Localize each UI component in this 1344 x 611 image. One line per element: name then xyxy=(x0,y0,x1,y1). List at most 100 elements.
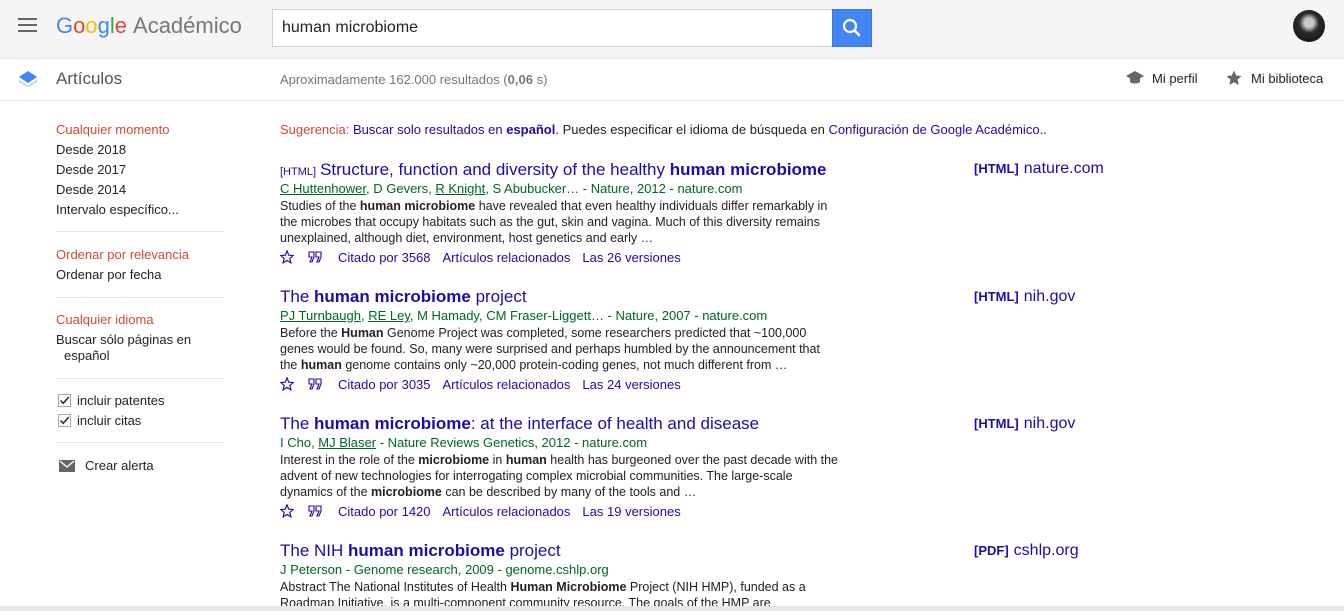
author-text: I Cho, xyxy=(280,435,319,450)
result-title-link[interactable]: The human microbiome project xyxy=(280,287,527,307)
search-button[interactable] xyxy=(832,9,872,47)
result-snippet: Interest in the role of the microbiome i… xyxy=(280,452,840,500)
top-bar: Google Académico xyxy=(0,0,1344,59)
cited-by-link[interactable]: Citado por 1420 xyxy=(338,504,431,519)
cite-quote-icon[interactable] xyxy=(308,378,322,390)
my-library-label: Mi biblioteca xyxy=(1251,71,1324,86)
my-profile-link[interactable]: Mi perfil xyxy=(1126,70,1198,86)
save-star-icon[interactable] xyxy=(279,503,295,519)
author-link[interactable]: C Huttenhower xyxy=(280,181,366,196)
sort-by-relevance[interactable]: Ordenar por relevancia xyxy=(56,247,189,263)
snippet-highlight: human microbiome xyxy=(359,199,476,213)
result-actions: Citado por 3035 Artículos relacionados Las… xyxy=(279,376,693,392)
author-link[interactable]: RE Ley xyxy=(368,308,410,323)
spanish-only-text: Buscar solo resultados en xyxy=(353,122,507,137)
google-scholar-logo[interactable]: Google Académico xyxy=(56,12,242,40)
full-text-link[interactable]: [HTML] nih.gov xyxy=(974,288,1075,306)
my-profile-label: Mi perfil xyxy=(1152,71,1198,86)
result-authors: J Peterson - Genome research, 2009 - gen… xyxy=(280,562,609,577)
checkmark-icon xyxy=(59,396,70,405)
avatar[interactable] xyxy=(1293,10,1325,42)
result-title-text: : at the interface of health and disease xyxy=(470,414,760,433)
spanish-only-link[interactable]: Buscar solo resultados en español xyxy=(353,122,555,137)
search-input[interactable] xyxy=(272,9,832,47)
filter-since-2017[interactable]: Desde 2017 xyxy=(56,162,126,178)
result-title-highlight: human microbiome xyxy=(669,160,827,179)
author-text: , S Abubucker… - Nature, 2012 - nature.c… xyxy=(485,181,743,196)
logo-letter: o xyxy=(73,13,86,38)
result-title-link[interactable]: The NIH human microbiome project xyxy=(280,541,561,561)
snippet-text: Studies of the xyxy=(280,199,360,213)
include-patents-checkbox[interactable] xyxy=(58,394,71,407)
result-count-time: 0,06 xyxy=(507,72,533,87)
envelope-icon xyxy=(59,460,75,472)
divider xyxy=(56,231,224,232)
include-patents-label[interactable]: incluir patentes xyxy=(77,393,164,409)
cite-quote-icon[interactable] xyxy=(308,251,322,263)
cite-quote-icon[interactable] xyxy=(308,505,322,517)
filter-any-time[interactable]: Cualquier momento xyxy=(56,122,169,138)
result-count-prefix: Aproximadamente 162.000 resultados ( xyxy=(280,72,508,87)
snippet-text: can be described by many of the tools an… xyxy=(441,485,697,499)
include-citations-checkbox[interactable] xyxy=(58,414,71,427)
sort-by-date[interactable]: Ordenar por fecha xyxy=(56,267,162,283)
full-text-link[interactable]: [PDF] cshlp.org xyxy=(974,542,1079,560)
related-articles-link[interactable]: Artículos relacionados xyxy=(443,504,571,519)
author-link[interactable]: R Knight xyxy=(435,181,485,196)
full-text-site: nih.gov xyxy=(1023,415,1076,432)
author-text: - Nature Reviews Genetics, 2012 - nature… xyxy=(376,435,648,450)
logo-letter: o xyxy=(85,13,98,38)
section-title: Artículos xyxy=(56,69,123,88)
save-star-icon[interactable] xyxy=(279,249,295,265)
result-title-text: The xyxy=(280,414,315,433)
author-link[interactable]: MJ Blaser xyxy=(318,435,376,450)
logo-letter: G xyxy=(56,13,74,38)
result-title-text: The NIH xyxy=(280,541,349,560)
result-title-link[interactable]: [HTML] Structure, function and diversity … xyxy=(280,160,827,180)
language-suggestion: Sugerencia: Buscar solo resultados en es… xyxy=(280,122,1047,137)
snippet-highlight: human xyxy=(505,453,547,467)
author-link[interactable]: PJ Turnbaugh xyxy=(280,308,361,323)
divider xyxy=(56,297,224,298)
articles-icon xyxy=(19,71,37,87)
snippet-highlight: microbiome xyxy=(418,453,490,467)
versions-link[interactable]: Las 24 versiones xyxy=(582,377,680,392)
logo-letter: e xyxy=(114,13,128,38)
filter-since-2018[interactable]: Desde 2018 xyxy=(56,142,126,158)
cited-by-link[interactable]: Citado por 3568 xyxy=(338,250,431,265)
versions-link[interactable]: Las 19 versiones xyxy=(582,504,680,519)
full-text-format: [PDF] xyxy=(974,543,1009,558)
result-title-link[interactable]: The human microbiome: at the interface o… xyxy=(280,414,759,434)
horizontal-scrollbar[interactable] xyxy=(0,606,1344,611)
my-library-link[interactable]: Mi biblioteca xyxy=(1226,70,1323,86)
related-articles-link[interactable]: Artículos relacionados xyxy=(443,377,571,392)
scholar-settings-link[interactable]: Configuración de Google Académico xyxy=(829,122,1040,137)
logo-letter: g xyxy=(97,13,110,38)
author-text: J Peterson - Genome research, 2009 - gen… xyxy=(280,562,609,577)
filter-spanish-pages-cont[interactable]: español xyxy=(64,348,110,364)
related-articles-link[interactable]: Artículos relacionados xyxy=(443,250,571,265)
snippet-text: Abstract The National Institutes of Heal… xyxy=(280,580,511,594)
filter-since-2014[interactable]: Desde 2014 xyxy=(56,182,126,198)
versions-link[interactable]: Las 26 versiones xyxy=(582,250,680,265)
result-title-highlight: human microbiome xyxy=(348,541,505,560)
include-citations-label[interactable]: incluir citas xyxy=(77,413,141,429)
hamburger-menu-icon[interactable] xyxy=(18,18,37,32)
cited-by-link[interactable]: Citado por 3035 xyxy=(338,377,431,392)
full-text-site: nih.gov xyxy=(1023,288,1076,305)
snippet-text: genome contains only ~20,000 protein-cod… xyxy=(341,358,788,372)
filter-spanish-pages[interactable]: Buscar sólo páginas en xyxy=(56,332,191,348)
full-text-link[interactable]: [HTML] nature.com xyxy=(974,160,1104,178)
result-title-text: Structure, function and diversity of the… xyxy=(320,160,670,179)
snippet-highlight: human xyxy=(300,358,342,372)
result-actions: Citado por 3568 Artículos relacionados Las… xyxy=(279,249,693,265)
save-star-icon[interactable] xyxy=(279,376,295,392)
result-format-tag: [HTML] xyxy=(280,166,317,178)
create-alert-link[interactable]: Crear alerta xyxy=(85,458,154,474)
search-icon xyxy=(842,18,861,37)
filter-custom-range[interactable]: Intervalo específico... xyxy=(56,202,179,218)
full-text-link[interactable]: [HTML] nih.gov xyxy=(974,415,1075,433)
full-text-site: nature.com xyxy=(1023,160,1104,177)
filter-any-language[interactable]: Cualquier idioma xyxy=(56,312,154,328)
result-count: Aproximadamente 162.000 resultados (0,06… xyxy=(280,72,547,87)
